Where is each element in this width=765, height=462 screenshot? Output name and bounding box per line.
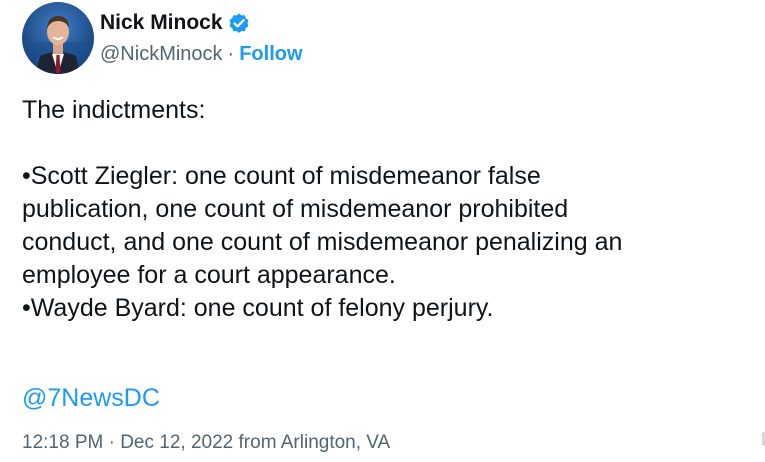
tweet-line: conduct, and one count of misdemeanor pe… (22, 228, 623, 256)
author-name[interactable]: Nick Minock (100, 8, 223, 38)
handle-row: @NickMinock · Follow (100, 40, 303, 68)
avatar-photo-icon (22, 2, 94, 74)
tweet-line: publication, one count of misdemeanor pr… (22, 195, 569, 223)
tweet-timestamp[interactable]: 12:18 PM · Dec 12, 2022 from Arlington, … (22, 430, 390, 456)
mention-link[interactable]: @7NewsDC (22, 382, 160, 415)
name-row: Nick Minock (100, 8, 303, 38)
tweet-card: Nick Minock @NickMinock · Follow The ind… (0, 0, 765, 462)
tweet-line: The indictments: (22, 96, 206, 124)
tweet-header: Nick Minock @NickMinock · Follow (22, 2, 303, 74)
follow-button[interactable]: Follow (239, 43, 302, 66)
tweet-line: •Scott Ziegler: one count of misdemeanor… (22, 162, 541, 190)
tweet-line: •Wayde Byard: one count of felony perjur… (22, 294, 494, 322)
tweet-text: The indictments: •Scott Ziegler: one cou… (22, 94, 757, 325)
author-handle[interactable]: @NickMinock (100, 43, 223, 66)
author-avatar[interactable] (22, 2, 94, 74)
verified-badge-icon (227, 11, 251, 35)
separator-dot: · (227, 42, 235, 65)
author-identity: Nick Minock @NickMinock · Follow (100, 8, 303, 68)
tweet-line: employee for a court appearance. (22, 261, 396, 289)
